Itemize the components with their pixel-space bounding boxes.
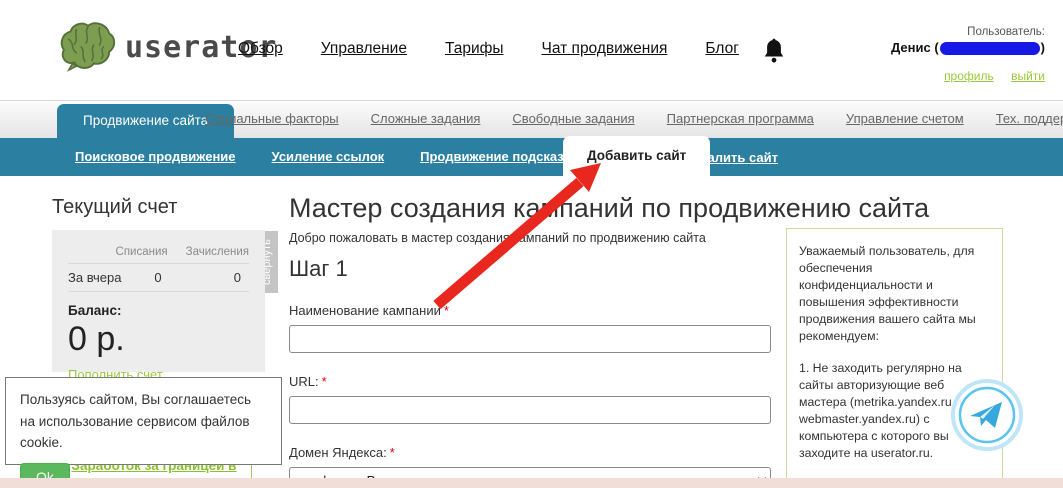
tab-free-tasks[interactable]: Свободные задания — [512, 111, 634, 126]
primary-tabs: Продвижение сайта Социальные факторы Сло… — [0, 100, 1063, 138]
required-mark: * — [389, 445, 395, 460]
subnav-delete-site[interactable]: Удалить сайт — [692, 150, 778, 165]
campaign-name-label: Наименование кампании * — [289, 303, 771, 318]
campaign-name-input[interactable] — [289, 325, 771, 353]
yandex-domain-label: Домен Яндекса: * — [289, 445, 771, 460]
notifications-bell-icon[interactable] — [763, 38, 785, 64]
secondary-nav: Поисковое продвижение Усиление ссылок Пр… — [0, 136, 1063, 176]
step-heading: Шаг 1 — [289, 256, 348, 281]
user-name-prefix: Денис ( — [890, 40, 939, 55]
header: userator Обзор Управление Тарифы Чат про… — [0, 0, 1063, 100]
current-account-title: Текущий счет — [52, 196, 178, 218]
page-title: Мастер создания кампаний по продвижению … — [289, 193, 930, 223]
user-info: Пользователь: Денис () профиль выйти — [891, 26, 1045, 83]
nav-blog-link[interactable]: Блог — [705, 40, 739, 58]
subnav-after: Удалить сайт — [692, 149, 778, 167]
nav-promo-chat-link[interactable]: Чат продвижения — [542, 40, 668, 58]
balance-value: 0 р. — [68, 320, 125, 358]
subnav-link-boost[interactable]: Усиление ссылок — [272, 149, 385, 164]
main-nav: Обзор Управление Тарифы Чат продвижения … — [238, 40, 739, 58]
nav-overview-link[interactable]: Обзор — [238, 40, 283, 58]
yesterday-credit-value: 0 — [233, 270, 241, 285]
user-label: Пользователь: — [967, 26, 1045, 38]
brain-logo-icon — [60, 22, 116, 72]
url-label: URL: * — [289, 374, 771, 389]
user-links: профиль выйти — [891, 69, 1045, 83]
profile-link[interactable]: профиль — [944, 69, 994, 83]
nav-tariffs-link[interactable]: Тарифы — [445, 40, 504, 58]
tab-complex-tasks[interactable]: Сложные задания — [371, 111, 481, 126]
campaign-wizard: Мастер создания кампаний по продвижению … — [289, 193, 930, 488]
tab-social-factors[interactable]: Социальные факторы — [205, 111, 339, 126]
user-name-suffix: ) — [1040, 40, 1045, 55]
table-row: За вчера 0 0 — [68, 263, 249, 292]
yesterday-row-label: За вчера — [68, 270, 122, 285]
cookie-consent-dialog: Пользуясь сайтом, Вы соглашаетесь на исп… — [5, 377, 282, 488]
required-mark: * — [443, 303, 449, 318]
required-mark: * — [321, 374, 327, 389]
nav-management-link[interactable]: Управление — [321, 40, 407, 58]
recommendations-intro: Уважаемый пользователь, для обеспечения … — [799, 244, 976, 343]
tab-tech-support[interactable]: Тех. поддержка — [996, 111, 1063, 126]
yesterday-debit-value: 0 — [154, 270, 162, 285]
bottom-banner-strip — [0, 478, 1063, 488]
user-id-redacted — [939, 42, 1040, 56]
yandex-domain-label-text: Домен Яндекса: — [289, 445, 387, 460]
subnav-search-promotion[interactable]: Поисковое продвижение — [75, 149, 236, 164]
logout-link[interactable]: выйти — [1011, 69, 1045, 83]
tab-partner-program[interactable]: Партнерская программа — [667, 111, 814, 126]
credit-column-header: Зачисления — [185, 246, 249, 258]
telegram-icon[interactable] — [950, 378, 1024, 452]
url-label-text: URL: — [289, 374, 319, 389]
url-input[interactable] — [289, 396, 771, 424]
account-summary-panel: Списания Зачисления За вчера 0 0 Баланс:… — [52, 230, 265, 382]
user-name: Денис () — [890, 40, 1045, 56]
account-table-header: Списания Зачисления — [68, 240, 249, 263]
userator-page: userator Обзор Управление Тарифы Чат про… — [0, 0, 1063, 488]
wizard-welcome-text: Добро пожаловать в мастер создания кампа… — [289, 231, 706, 245]
debit-column-header: Списания — [115, 246, 168, 258]
balance-label: Баланс: — [68, 303, 122, 318]
primary-tab-links: Социальные факторы Сложные задания Свобо… — [205, 111, 1063, 126]
cookie-consent-text: Пользуясь сайтом, Вы соглашаетесь на исп… — [20, 392, 252, 451]
tab-account-management[interactable]: Управление счетом — [846, 111, 964, 126]
subnav-add-site-active-tab[interactable]: Добавить сайт — [563, 136, 711, 176]
campaign-name-label-text: Наименование кампании — [289, 303, 441, 318]
